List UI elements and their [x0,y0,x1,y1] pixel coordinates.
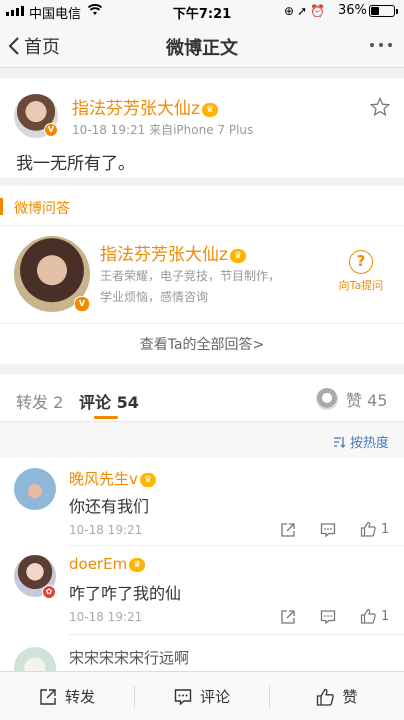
comment-list: 晚风先生v ♛ 你还有我们 10-18 19:21 1 ✿ doerEm ♛ 咋了咋… [0,457,404,671]
like-label: 赞 [342,688,358,706]
verified-badge-icon: V [44,123,58,137]
comment-item: 宋宋宋宋宋行远啊 [0,635,404,671]
active-tab-indicator [94,416,118,419]
favorite-star-icon[interactable] [370,97,390,117]
verified-badge-icon: V [74,296,90,312]
battery-icon [369,5,398,17]
comment-text: 咋了咋了我的仙 [69,584,182,603]
interaction-tabs: 转发 2 评论 54 赞 45 [0,374,404,422]
commenter-name[interactable]: 宋宋宋宋宋行远啊 [69,647,189,668]
lock-rotation-icon: ⊕ [284,4,298,18]
repost-button[interactable]: 转发 [0,672,134,720]
commenter-name-label: doerEm [69,555,128,573]
divider [0,323,404,324]
comment-time: 10-18 19:21 [69,610,143,624]
reply-icon[interactable] [320,522,336,538]
bottom-action-bar: 转发 评论 赞 [0,671,404,720]
commenter-avatar[interactable] [14,468,56,510]
comment-label: 评论 [199,688,230,706]
commenter-name[interactable]: doerEm ♛ [69,555,146,573]
comment-like-count: 1 [381,521,390,537]
comment-like-button[interactable]: 1 [360,521,389,537]
repost-icon[interactable] [280,522,296,538]
comment-text: 你还有我们 [69,497,150,516]
tab-comments-label: 评论 [79,393,112,412]
sort-by-hot-button[interactable]: 按热度 [333,432,389,451]
qa-name[interactable]: 指法芬芳张大仙z ♛ [100,240,246,265]
post-author-label: 指法芬芳张大仙z [72,99,200,119]
post-author-name[interactable]: 指法芬芳张大仙z ♛ [72,94,218,119]
location-icon: ➚ [297,4,311,18]
sort-icon [333,436,345,448]
comment-like-count: 1 [381,608,390,624]
repost-label: 转发 [64,688,95,706]
question-icon: ? [349,250,373,274]
divider [0,225,404,226]
post-text: 我一无所有了。 [16,154,135,174]
commenter-name-label: 晚风先生v [69,470,138,488]
comment-icon [174,688,192,706]
post-meta: 10-18 19:21 来自iPhone 7 Plus [72,123,254,137]
page-title: 微博正文 [166,38,238,59]
verified-badge-icon: ✿ [42,585,56,599]
thumbs-up-icon [317,688,335,706]
commenter-avatar[interactable] [14,647,56,671]
comment-button[interactable]: 评论 [135,672,269,720]
qa-accent-bar [0,198,3,215]
tab-comments[interactable]: 评论 54 [79,389,139,413]
repost-icon [40,688,56,705]
commenter-name[interactable]: 晚风先生v ♛ [69,468,156,489]
member-crown-icon: ♛ [201,103,218,117]
sort-bar: 按热度 [0,423,404,457]
member-crown-icon: ♛ [229,249,246,263]
status-icons: ⊕➚⏰ [284,4,328,18]
comment-like-button[interactable]: 1 [360,608,389,624]
battery-percent: 36% [338,3,367,18]
like-button[interactable]: 赞 [270,672,404,720]
sort-label: 按热度 [349,436,389,451]
member-crown-icon: ♛ [139,473,156,487]
comment-time: 10-18 19:21 [69,523,143,537]
nav-bar: 首页 微博正文 [0,22,404,68]
liker-avatar [316,388,338,410]
thumbs-up-icon [360,521,376,537]
post-card: V 指法芬芳张大仙z ♛ 10-18 19:21 来自iPhone 7 Plus … [0,78,404,178]
comment-item: ✿ doerEm ♛ 咋了咋了我的仙 10-18 19:21 1 [0,546,404,635]
qa-description: 王者荣耀，电子竞技，节目制作，学业烦恼，感情咨询 [100,269,281,304]
comment-item: 晚风先生v ♛ 你还有我们 10-18 19:21 1 [0,457,404,546]
tab-likes-label: 赞 45 [346,391,388,410]
alarm-icon: ⏰ [310,4,329,18]
tab-comments-count: 54 [116,393,139,412]
repost-icon[interactable] [280,609,296,625]
qa-header: 微博问答 [14,201,70,217]
reply-icon[interactable] [320,609,336,625]
ask-label: 向Ta提问 [338,279,384,292]
ask-question-button[interactable]: ? 向Ta提问 [334,250,388,293]
status-bar: 中国电信 下午7:21 ⊕➚⏰ 36% [0,0,404,22]
tab-repost[interactable]: 转发 2 [16,389,63,413]
member-crown-icon: ♛ [129,558,146,572]
view-all-answers-link[interactable]: 查看Ta的全部回答> [0,334,404,354]
qa-name-label: 指法芬芳张大仙z [100,245,228,265]
tab-likes[interactable]: 赞 45 [316,387,387,411]
more-icon[interactable] [370,43,392,47]
thumbs-up-icon [360,608,376,624]
qa-card: 微博问答 V 指法芬芳张大仙z ♛ 王者荣耀，电子竞技，节目制作，学业烦恼，感情咨… [0,186,404,364]
